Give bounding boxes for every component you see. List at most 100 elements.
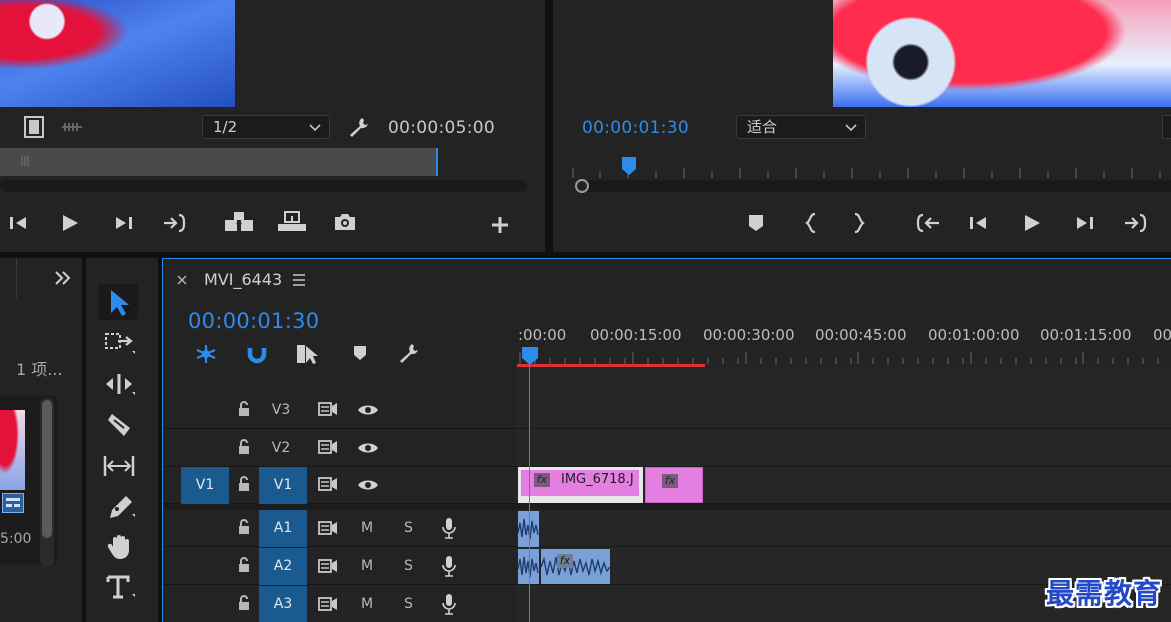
track-name-a3[interactable]: A3	[259, 586, 307, 622]
source-zoom-scrollbar[interactable]	[0, 180, 527, 192]
program-extra-dropdown[interactable]	[1162, 115, 1171, 139]
linked-selection-icon[interactable]	[296, 343, 320, 365]
type-tool-icon[interactable]	[106, 574, 136, 600]
program-timecode[interactable]: 00:00:01:30	[582, 118, 689, 138]
sync-lock-icon[interactable]	[318, 477, 338, 491]
sync-lock-icon[interactable]	[318, 440, 338, 454]
ripple-edit-icon[interactable]	[104, 372, 136, 396]
selection-tool-button[interactable]	[98, 284, 138, 320]
source-patch-v1[interactable]: V1	[181, 467, 229, 504]
sync-lock-icon[interactable]	[318, 521, 338, 535]
add-marker-icon[interactable]	[353, 345, 367, 361]
track-name-v1[interactable]: V1	[259, 467, 307, 504]
solo-button[interactable]: S	[404, 558, 413, 574]
camera-icon[interactable]	[333, 212, 357, 232]
project-item-count: 1 项...	[16, 360, 63, 379]
timeline-timecode[interactable]: 00:00:01:30	[188, 309, 319, 333]
nest-sequence-icon[interactable]	[194, 343, 218, 365]
lock-open-icon[interactable]	[237, 401, 251, 417]
audio-waveform	[541, 556, 610, 576]
track-lane-a1[interactable]	[517, 510, 1171, 547]
go-to-out-icon[interactable]	[1124, 212, 1148, 234]
track-lane-v3[interactable]	[517, 392, 1171, 429]
pen-tool-icon[interactable]	[106, 494, 136, 520]
sync-lock-icon[interactable]	[318, 402, 338, 416]
panel-overflow-icon[interactable]	[54, 270, 72, 286]
track-header-a3	[163, 586, 517, 622]
track-name-a1[interactable]: A1	[259, 510, 307, 547]
film-strip-icon[interactable]	[24, 116, 44, 138]
wrench-icon[interactable]	[348, 116, 370, 138]
scrollbar-handle[interactable]	[575, 179, 589, 193]
eye-icon[interactable]	[357, 441, 379, 455]
eye-icon[interactable]	[357, 478, 379, 492]
track-select-icon[interactable]	[104, 331, 136, 355]
go-to-in-icon[interactable]	[915, 212, 941, 234]
ruler-label: 00:	[1153, 326, 1171, 344]
mark-out-icon[interactable]	[852, 212, 866, 234]
lock-open-icon[interactable]	[237, 476, 251, 492]
microphone-icon[interactable]	[442, 517, 456, 539]
add-button-icon[interactable]	[490, 215, 510, 235]
track-name-a2[interactable]: A2	[259, 548, 307, 585]
sequence-tab-title[interactable]: MVI_6443	[204, 270, 282, 289]
lock-open-icon[interactable]	[237, 557, 251, 573]
slip-tool-icon[interactable]	[103, 454, 135, 478]
mute-button[interactable]: M	[361, 520, 373, 536]
source-scrub-range[interactable]	[0, 148, 437, 176]
fx-badge: fx	[662, 474, 678, 488]
video-clip-img6718[interactable]: fx IMG_6718.J	[518, 467, 643, 503]
track-name-v3[interactable]: V3	[257, 392, 305, 429]
ruler-label: 00:00:15:00	[590, 326, 682, 344]
microphone-icon[interactable]	[442, 555, 456, 577]
clip-name: IMG_6718.J	[561, 472, 634, 487]
razor-icon[interactable]	[106, 412, 132, 438]
work-area-bar[interactable]	[517, 364, 705, 367]
solo-button[interactable]: S	[404, 596, 413, 612]
audio-clip-a2-2[interactable]: fx	[541, 549, 610, 584]
play-icon[interactable]	[1022, 213, 1042, 233]
tab-menu-icon[interactable]	[292, 273, 306, 287]
track-lane-v2[interactable]	[517, 430, 1171, 467]
sync-lock-icon[interactable]	[318, 597, 338, 611]
eye-icon[interactable]	[357, 403, 379, 417]
timeline-settings-wrench-icon[interactable]	[398, 342, 420, 364]
source-zoom-dropdown[interactable]: 1/2	[202, 115, 330, 139]
solo-button[interactable]: S	[404, 520, 413, 536]
snap-magnet-icon[interactable]	[246, 343, 268, 365]
mute-button[interactable]: M	[361, 596, 373, 612]
source-playhead[interactable]	[436, 148, 438, 176]
track-header-v2	[163, 430, 517, 467]
step-back-icon[interactable]	[968, 214, 988, 232]
overwrite-icon[interactable]	[277, 211, 307, 233]
project-scrollbar[interactable]	[40, 398, 54, 566]
mute-button[interactable]: M	[361, 558, 373, 574]
track-name-v2[interactable]: V2	[257, 430, 305, 467]
program-time-ruler[interactable]	[570, 160, 1171, 178]
sync-lock-icon[interactable]	[318, 559, 338, 573]
mark-in-icon[interactable]	[804, 212, 818, 234]
hand-tool-icon[interactable]	[106, 533, 134, 561]
go-to-out-icon[interactable]	[163, 212, 187, 234]
video-clip-2[interactable]: fx	[645, 467, 703, 503]
source-timecode[interactable]: 00:00:05:00	[388, 118, 495, 138]
program-fit-dropdown[interactable]: 适合	[736, 115, 866, 139]
step-forward-icon[interactable]	[1075, 214, 1095, 232]
lock-open-icon[interactable]	[237, 595, 251, 611]
microphone-icon[interactable]	[442, 593, 456, 615]
program-monitor-frame	[833, 0, 1171, 107]
add-marker-icon[interactable]	[748, 214, 764, 232]
lock-open-icon[interactable]	[237, 519, 251, 535]
fx-badge: fx	[557, 554, 573, 568]
program-playhead[interactable]	[621, 156, 637, 176]
timeline-playhead[interactable]	[521, 346, 539, 366]
drag-audio-icon[interactable]	[60, 121, 84, 133]
step-forward-icon[interactable]	[114, 214, 134, 232]
program-zoom-scrollbar[interactable]	[584, 180, 1171, 192]
insert-icon[interactable]	[224, 211, 254, 233]
lock-open-icon[interactable]	[237, 439, 251, 455]
project-clip-thumbnail[interactable]	[0, 410, 25, 490]
play-icon[interactable]	[60, 213, 80, 233]
close-tab-icon[interactable]	[176, 274, 188, 286]
step-back-icon[interactable]	[8, 214, 28, 232]
